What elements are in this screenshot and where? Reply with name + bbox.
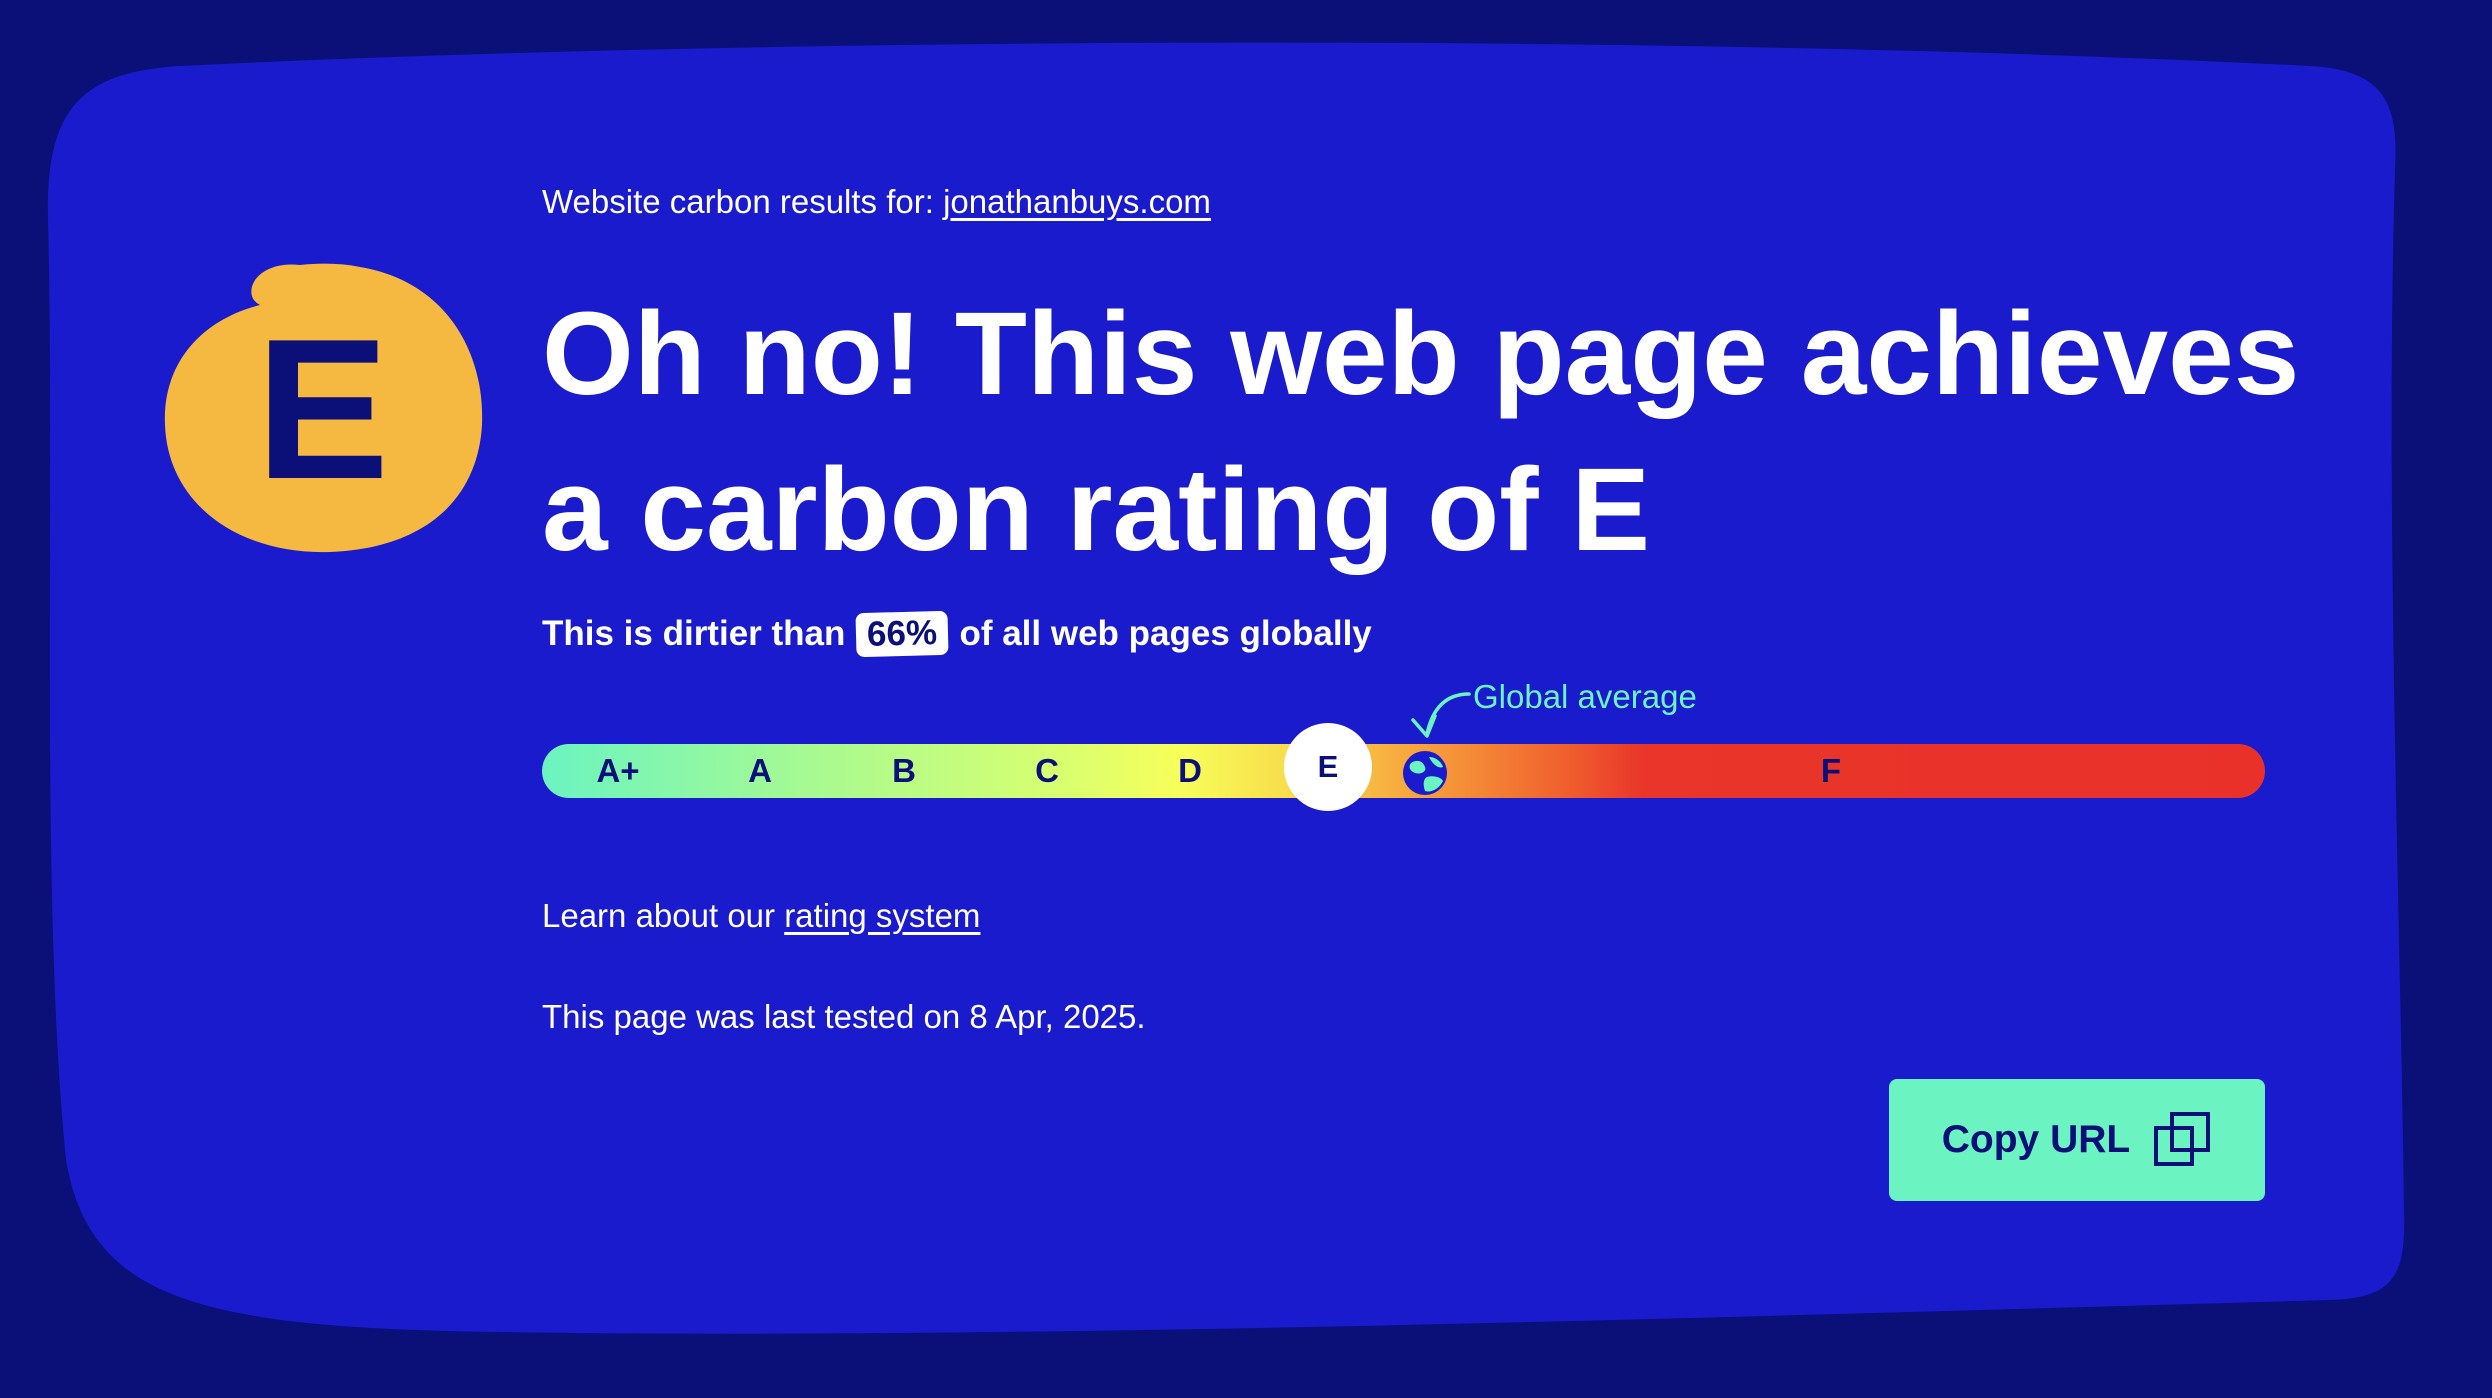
page-title: Oh no! This web page achieves a carbon r… [542,288,2300,576]
results-prefix: Website carbon results for: [542,183,934,220]
percent-badge: 66% [855,610,950,658]
scale-grade-a-plus: A+ [596,752,640,789]
scale-grade-f: F [1820,752,1842,789]
scale-grade-d: D [1178,752,1202,789]
globe-icon [1403,751,1447,795]
scale-grade-a: A [748,752,772,789]
grade-letter: E [255,298,390,521]
scale-grade-b: B [892,752,916,789]
scale-grade-c: C [1035,752,1059,789]
learn-line: Learn about our rating system [542,897,980,935]
page: E Website carbon results for: jonathanbu… [0,0,2492,1398]
learn-prefix: Learn about our [542,897,776,934]
copy-url-label: Copy URL [1941,1118,2131,1161]
copy-icon [2154,1112,2211,1166]
global-average-label: Global average [1473,678,1697,715]
rating-system-link[interactable]: rating system [784,897,980,934]
comparison-after: of all web pages globally [959,614,1372,653]
current-grade-marker: E [1284,723,1372,811]
copy-url-button[interactable]: Copy URL [1889,1079,2265,1201]
last-tested-text: This page was last tested on 8 Apr, 2025… [542,998,1146,1035]
site-link[interactable]: jonathanbuys.com [943,183,1211,220]
comparison-text: This is dirtier than 66% of all web page… [542,610,1372,658]
comparison-before: This is dirtier than [542,614,846,653]
curved-arrow-icon [1411,692,1471,738]
results-for-line: Website carbon results for: jonathanbuys… [542,183,1211,221]
